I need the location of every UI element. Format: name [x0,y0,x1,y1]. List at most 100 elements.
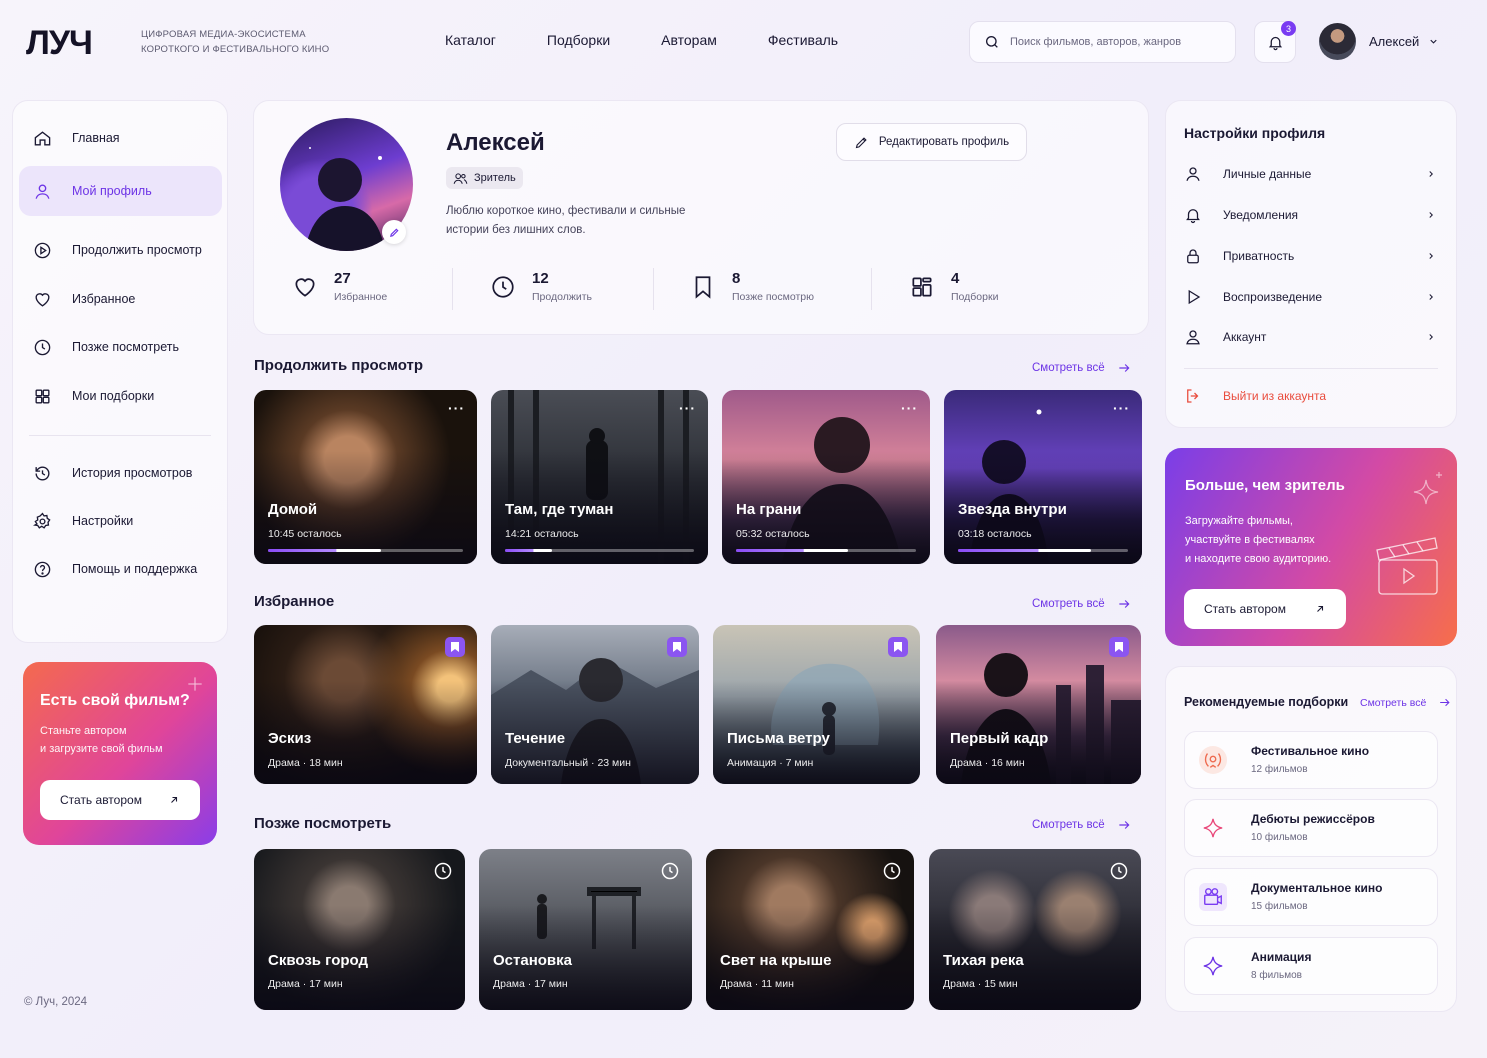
nav-festival[interactable]: Фестиваль [768,32,838,48]
profile-name: Алексей [446,129,545,156]
settings-item-personal[interactable]: Личные данные [1184,165,1436,183]
sidebar-item-help[interactable]: Помощь и поддержка [19,544,222,594]
reco-title: Рекомендуемые подборки [1184,695,1349,709]
settings-item-account[interactable]: Аккаунт [1184,328,1436,346]
clock-icon[interactable] [882,861,902,881]
reco-item-debuts[interactable]: Дебюты режиссёров 10 фильмов [1184,799,1438,857]
stat-later[interactable]: 8 Позже посмотрю [690,270,814,303]
laurel-icon [1199,746,1227,774]
promo-text-1: Станьте автором [40,725,127,737]
continue-card[interactable]: ··· Там, где туман 14:21 осталось [491,390,708,564]
more-icon[interactable]: ··· [1113,400,1130,416]
later-card[interactable]: Остановка Драма · 17 мин [479,849,692,1010]
clock-icon[interactable] [660,861,680,881]
nav-collections[interactable]: Подборки [547,32,610,48]
sparkle-icon [1199,814,1227,842]
later-card[interactable]: Тихая река Драма · 15 мин [929,849,1141,1010]
sidebar-item-continue[interactable]: Продолжить просмотр [19,225,222,275]
bookmark-filled-icon[interactable] [888,637,908,657]
edit-avatar-button[interactable] [382,220,406,244]
bookmark-filled-icon[interactable] [667,637,687,657]
bell-icon [1184,206,1206,224]
favorite-card[interactable]: Эскиз Драма · 18 мин [254,625,477,784]
clock-icon [33,338,55,357]
user-name: Алексей [1369,34,1420,49]
heart-icon [33,290,55,309]
nav-catalog[interactable]: Каталог [445,32,496,48]
later-card[interactable]: Сквозь город Драма · 17 мин [254,849,465,1010]
more-icon[interactable]: ··· [901,400,918,416]
user-menu[interactable]: Алексей [1319,23,1439,60]
chevron-right-icon [1426,332,1436,342]
settings-item-privacy[interactable]: Приватность [1184,247,1436,265]
reco-see-all[interactable]: Смотреть всё [1360,696,1451,709]
later-card[interactable]: Свет на крыше Драма · 11 мин [706,849,914,1010]
arrow-right-icon [1105,818,1131,832]
chevron-right-icon [1426,210,1436,220]
progress-bar [736,549,916,552]
edit-profile-button[interactable]: Редактировать профиль [836,123,1027,161]
stat-divider [871,268,872,310]
profile-settings-panel: Настройки профиля Личные данные Уведомле… [1165,100,1457,428]
user-icon [33,182,55,201]
clock-icon[interactable] [1109,861,1129,881]
nav-authors[interactable]: Авторам [661,32,717,48]
settings-item-playback[interactable]: Воспроизведение [1184,288,1436,306]
reco-item-documentary[interactable]: Документальное кино 15 фильмов [1184,868,1438,926]
sidebar-item-history[interactable]: История просмотров [19,448,222,498]
sidebar-item-favorites[interactable]: Избранное [19,274,222,324]
continue-see-all[interactable]: Смотреть всё [1032,361,1131,375]
progress-bar [268,549,463,552]
stat-continue[interactable]: 12 Продолжить [490,270,592,303]
reco-item-animation[interactable]: Анимация 8 фильмов [1184,937,1438,995]
clock-icon[interactable] [433,861,453,881]
become-author-button[interactable]: Стать автором [40,780,200,820]
promo-text-2: и загрузите свой фильм [40,743,163,755]
favorite-card[interactable]: Первый кадр Драма · 16 мин [936,625,1141,784]
continue-card[interactable]: ··· Домой 10:45 осталось [254,390,477,564]
copyright: © Луч, 2024 [24,996,88,1008]
stat-favorites[interactable]: 27 Избранное [292,270,387,303]
settings-item-notifications[interactable]: Уведомления [1184,206,1436,224]
author-promo: Больше, чем зритель Загружайте фильмы, у… [1165,448,1457,646]
become-author-promo: Есть свой фильм? Станьте автором и загру… [23,662,217,845]
bookmark-filled-icon[interactable] [445,637,465,657]
reco-item-festival[interactable]: Фестивальное кино 12 фильмов [1184,731,1438,789]
more-icon[interactable]: ··· [679,400,696,416]
arrow-right-icon [1105,597,1131,611]
sidebar-item-later[interactable]: Позже посмотреть [19,322,222,372]
favorite-card[interactable]: Письма ветру Анимация · 7 мин [713,625,920,784]
notifications-button[interactable]: 3 [1254,21,1296,63]
author-promo-title: Больше, чем зритель [1185,477,1345,494]
sidebar-item-profile[interactable]: Мой профиль [19,166,222,216]
logout-button[interactable]: Выйти из аккаунта [1184,387,1436,405]
bookmark-filled-icon[interactable] [1109,637,1129,657]
continue-card[interactable]: ··· Звезда внутри 03:18 осталось [944,390,1142,564]
arrow-right-icon [1426,696,1451,709]
users-icon [453,172,468,185]
continue-card[interactable]: ··· На грани 05:32 осталось [722,390,930,564]
play-circle-icon [33,241,55,260]
clock-icon [490,274,516,300]
sidebar-item-settings[interactable]: Настройки [19,496,222,546]
arrow-right-icon [1105,361,1131,375]
clapperboard-icon [1375,536,1441,598]
settings-title: Настройки профиля [1184,125,1326,141]
become-author-button[interactable]: Стать автором [1184,589,1346,629]
stat-collections[interactable]: 4 Подборки [909,270,998,303]
notification-count: 3 [1281,21,1296,36]
camera-icon [1199,883,1227,911]
sidebar-item-home[interactable]: Главная [19,113,222,163]
later-see-all[interactable]: Смотреть всё [1032,818,1131,832]
search-icon [984,34,1000,50]
stat-divider [452,268,453,310]
search-input[interactable] [1010,36,1220,48]
favorites-see-all[interactable]: Смотреть всё [1032,597,1131,611]
favorite-card[interactable]: Течение Документальный · 23 мин [491,625,699,784]
chevron-right-icon [1426,292,1436,302]
continue-title: Продолжить просмотр [254,357,424,374]
sidebar-item-collections[interactable]: Мои подборки [19,371,222,421]
search-box[interactable] [969,21,1236,63]
more-icon[interactable]: ··· [448,400,465,416]
logo[interactable]: ЛУЧ [26,24,93,63]
